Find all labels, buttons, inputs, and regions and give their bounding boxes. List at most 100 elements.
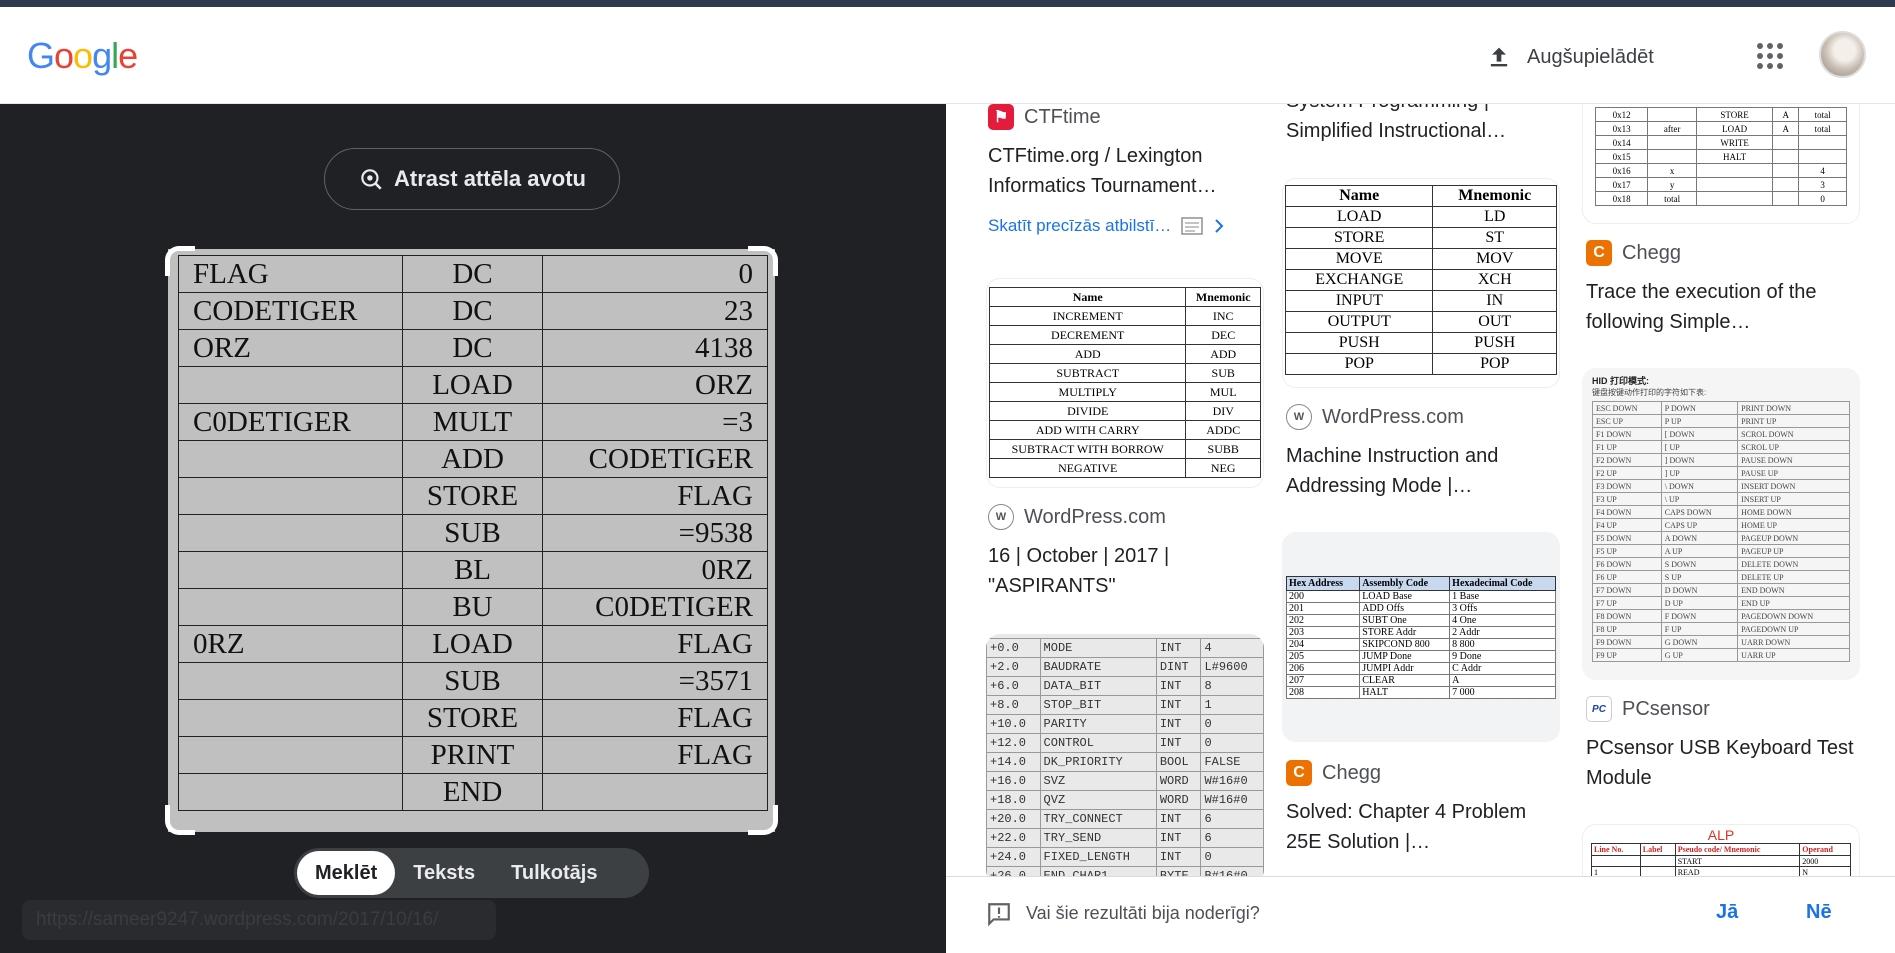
logo-letter: o	[54, 35, 74, 76]
result-title[interactable]: System Programming | Simplified Instruct…	[1286, 104, 1561, 146]
table-row: +2.0 BAUDRATE DINT L#9600	[986, 657, 1264, 677]
table-cell: MOVE	[1284, 248, 1434, 270]
result-title[interactable]: CTFtime.org / Lexington Informatics Tour…	[988, 141, 1263, 201]
result-thumbnail[interactable]: HID 打印模式: 键盘按键动作打印的字符如下表: ESC DOWN P DOWN…	[1582, 368, 1860, 680]
table-row: +16.0 SVZ WORD W#16#0	[986, 771, 1264, 791]
table-cell: MULT	[402, 403, 543, 441]
table-cell: PAGEDOWN DOWN	[1737, 609, 1850, 623]
table-row: PRINT FLAG	[178, 736, 768, 774]
table-cell: PARITY	[1039, 714, 1157, 734]
google-logo[interactable]: Google	[27, 35, 138, 77]
table-cell: HOME DOWN	[1737, 505, 1850, 519]
table-cell: JUMPI Addr	[1359, 662, 1451, 675]
mode-text[interactable]: Teksts	[395, 851, 493, 895]
table-cell: 4138	[542, 329, 768, 367]
table-cell: F2 DOWN	[1592, 453, 1662, 467]
table-cell: 1 Base	[1449, 590, 1556, 603]
table-cell: PUSH	[1284, 332, 1434, 354]
table-cell: INSERT DOWN	[1737, 479, 1850, 493]
table-cell: DATA_BIT	[1039, 676, 1157, 696]
crop-selection[interactable]: FLAG DC 0 CODETIGER DC 23 ORZ DC 4138 LOAD ORZ C0DE…	[165, 246, 778, 835]
source-wordpress[interactable]: W WordPress.com	[1286, 404, 1464, 430]
exact-matches-link[interactable]: Skatīt precīzās atbilstī…	[988, 216, 1225, 236]
table-row: +10.0 PARITY INT 0	[986, 714, 1264, 734]
table-cell: F4 DOWN	[1592, 505, 1662, 519]
source-chegg[interactable]: C Chegg	[1286, 760, 1381, 786]
table-row: INCREMENT INC	[988, 306, 1261, 326]
crop-handle-bottom-right[interactable]	[748, 805, 778, 835]
apps-grid-icon[interactable]	[1757, 43, 1783, 69]
table-cell: F1 UP	[1592, 440, 1662, 454]
table-cell: F6 DOWN	[1592, 557, 1662, 571]
table-cell: 0	[542, 255, 768, 293]
table-cell: TRY_CONNECT	[1039, 809, 1157, 829]
result-thumbnail[interactable]: ALP Line No. Label Pseudo code/ Mnemonic Op…	[1582, 824, 1860, 876]
source-pcsensor[interactable]: PC PCsensor	[1586, 696, 1710, 722]
table-row: 200 LOAD Base 1 Base	[1285, 590, 1556, 603]
source-chegg[interactable]: C Chegg	[1586, 240, 1681, 266]
table-cell	[1772, 163, 1800, 178]
feedback-no-button[interactable]: Nē	[1806, 901, 1832, 924]
result-thumbnail[interactable]: +0.0 MODE INT 4 +2.0 BAUDRATE DINT L#9600 +6.0 DA…	[986, 634, 1264, 876]
table-cell: UARR UP	[1737, 648, 1850, 662]
table-cell: SUB	[402, 514, 543, 552]
table-cell: INT	[1155, 695, 1202, 715]
table-cell: WORD	[1155, 790, 1202, 810]
result-title[interactable]: Solved: Chapter 4 Problem 25E Solution |…	[1286, 797, 1561, 857]
result-thumbnail[interactable]: Name Mnemonic INCREMENT INC DECREMENT DEC ADD A…	[986, 278, 1264, 488]
result-title[interactable]: PCsensor USB Keyboard Test Module	[1586, 733, 1861, 793]
table-cell	[1772, 149, 1800, 164]
table-cell: END DOWN	[1737, 583, 1850, 597]
table-cell: IN	[1432, 290, 1557, 312]
feedback-yes-button[interactable]: Jā	[1716, 901, 1738, 924]
table-cell: 0	[1200, 847, 1264, 867]
table-cell: STOP_BIT	[1039, 695, 1157, 715]
crop-handle-top-left[interactable]	[165, 246, 195, 276]
table-cell: ADD Offs	[1359, 602, 1451, 615]
table-cell: LOAD	[1696, 121, 1774, 136]
table-row: F7 UP D UP END UP	[1592, 596, 1850, 610]
table-cell: INPUT	[1284, 290, 1434, 312]
header: Google Augšupielādēt	[0, 7, 1895, 104]
crop-handle-top-right[interactable]	[748, 246, 778, 276]
table-row: LOAD LD	[1284, 206, 1557, 228]
table-cell: 8 800	[1449, 638, 1556, 651]
result-thumbnail[interactable]: Hex Address Assembly Code Hexadecimal Code…	[1282, 532, 1560, 742]
table-cell: A	[1772, 107, 1800, 122]
wordpress-icon: W	[988, 504, 1014, 530]
source-ctftime[interactable]: ⚑ CTFtime	[988, 104, 1101, 130]
table-cell	[1696, 163, 1774, 178]
result-title[interactable]: Machine Instruction and Addressing Mode …	[1286, 441, 1561, 501]
table-cell: 208	[1285, 686, 1361, 699]
table-row: SUBTRACT SUB	[988, 363, 1261, 383]
result-title[interactable]: 16 | October | 2017 | "ASPIRANTS"	[988, 541, 1263, 601]
table-row: SUB =3571	[178, 662, 768, 700]
find-image-source-button[interactable]: Atrast attēla avotu	[324, 148, 620, 210]
table-cell: x	[1647, 163, 1698, 178]
table-cell: 201	[1285, 602, 1361, 615]
result-thumbnail[interactable]: Name Mnemonic LOAD LD STORE ST MOVE MOV EXCHANGE…	[1282, 178, 1560, 388]
table-cell	[542, 773, 768, 811]
source-wordpress[interactable]: W WordPress.com	[988, 504, 1166, 530]
table-cell: A UP	[1660, 544, 1739, 558]
result-thumbnail[interactable]: 0x12 STORE Atotal 0x13 after LOAD Atotal 0x14 WR…	[1582, 104, 1860, 224]
table-cell: +20.0	[986, 809, 1041, 829]
table-cell: PAGEDOWN UP	[1737, 622, 1850, 636]
mode-search[interactable]: Meklēt	[297, 851, 396, 895]
table-row: ADD CODETIGER	[178, 440, 768, 478]
table-row: ADD ADD	[988, 344, 1261, 364]
exact-matches-label: Skatīt precīzās atbilstī…	[988, 216, 1172, 235]
avatar[interactable]	[1819, 31, 1866, 78]
table-cell: 1	[1591, 866, 1641, 876]
wordpress-icon: W	[1286, 404, 1312, 430]
table-cell: SKIPCOND 800	[1359, 638, 1451, 651]
mode-translate[interactable]: Tulkotājs	[493, 851, 615, 895]
crop-handle-bottom-left[interactable]	[165, 805, 195, 835]
table-cell: BU	[402, 588, 543, 626]
table-cell: DIVIDE	[988, 401, 1187, 421]
table-cell: =3571	[542, 662, 768, 700]
table-row: 1 READ N	[1591, 866, 1851, 876]
table-row: 0x13 after LOAD Atotal	[1594, 121, 1847, 136]
upload-button[interactable]: Augšupielādēt	[1485, 37, 1654, 77]
result-title[interactable]: Trace the execution of the following Sim…	[1586, 277, 1861, 337]
